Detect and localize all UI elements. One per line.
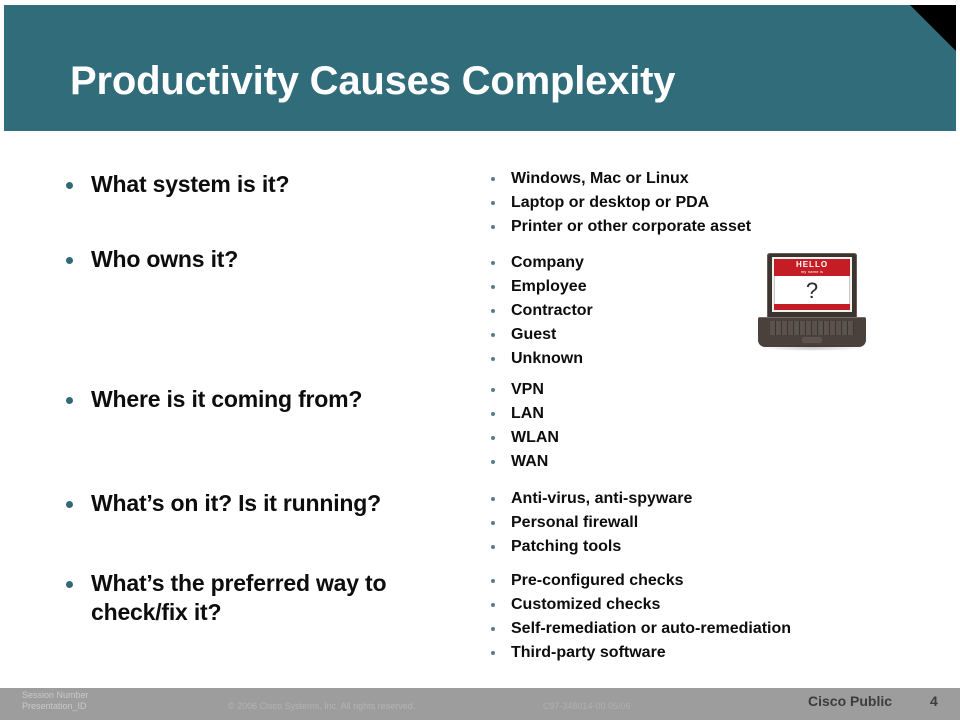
bullet-icon [66, 501, 73, 508]
bullet-icon [491, 436, 495, 440]
answer-label: Self-remediation or auto-remediation [511, 620, 792, 637]
footer-session-number: Session Number [22, 690, 89, 700]
answer-item: Printer or other corporate asset [491, 215, 931, 239]
question-column: What system is it? Who owns it? Where is… [66, 131, 466, 651]
answer-item: Anti-virus, anti-spyware [491, 487, 931, 511]
bullet-icon [66, 182, 73, 189]
answer-item: Patching tools [491, 535, 931, 559]
name-tag-footer [774, 304, 850, 310]
slide: Productivity Causes Complexity What syst… [0, 0, 960, 720]
footer-presentation-id: Presentation_ID [22, 701, 87, 711]
bullet-icon [491, 497, 495, 501]
slide-title-band: Productivity Causes Complexity [4, 5, 956, 131]
answer-label: Windows, Mac or Linux [511, 170, 689, 187]
answer-item: Self-remediation or auto-remediation [491, 617, 931, 641]
answer-label: Third-party software [511, 644, 666, 661]
question-item: Where is it coming from? [66, 385, 466, 414]
footer-copyright: © 2006 Cisco Systems, Inc. All rights re… [228, 701, 416, 711]
footer-classification: Cisco Public [808, 693, 893, 709]
answer-group: Windows, Mac or Linux Laptop or desktop … [491, 167, 931, 239]
laptop-keyboard [770, 321, 854, 335]
answer-label: Pre-configured checks [511, 572, 684, 589]
hello-name-tag-icon: HELLO my name is ? [774, 259, 850, 310]
bullet-icon [491, 285, 495, 289]
bullet-icon [491, 603, 495, 607]
footer-session-block: Session Number Presentation_ID [22, 690, 89, 712]
answer-label: LAN [511, 405, 544, 422]
answer-label: Printer or other corporate asset [511, 218, 752, 235]
footer-page-number: 4 [930, 693, 938, 709]
question-label: Who owns it? [91, 246, 239, 272]
laptop-image: HELLO my name is ? [758, 253, 866, 353]
question-item: What system is it? [66, 170, 466, 199]
bullet-icon [491, 460, 495, 464]
answer-label: Employee [511, 278, 587, 295]
bullet-icon [491, 177, 495, 181]
bullet-icon [491, 579, 495, 583]
answer-label: Laptop or desktop or PDA [511, 194, 710, 211]
answer-item: Windows, Mac or Linux [491, 167, 931, 191]
laptop-shadow [762, 345, 862, 351]
answer-label: Company [511, 254, 584, 271]
bullet-icon [491, 521, 495, 525]
bullet-icon [491, 333, 495, 337]
bullet-icon [66, 257, 73, 264]
answer-item: Third-party software [491, 641, 931, 665]
answer-group: Pre-configured checks Customized checks … [491, 569, 931, 665]
answer-item: Pre-configured checks [491, 569, 931, 593]
answer-item: VPN [491, 378, 931, 402]
laptop-base [758, 317, 866, 347]
question-item: Who owns it? [66, 245, 466, 274]
answer-label: VPN [511, 381, 544, 398]
bullet-icon [491, 309, 495, 313]
bullet-icon [491, 357, 495, 361]
bullet-icon [66, 397, 73, 404]
answer-item: Laptop or desktop or PDA [491, 191, 931, 215]
corner-accent-triangle [910, 5, 956, 51]
question-label: What’s the preferred way to check/fix it… [91, 570, 387, 625]
slide-body: What system is it? Who owns it? Where is… [0, 131, 960, 685]
footer-document-id: C97-348014-00 05/06 [543, 701, 631, 711]
bullet-icon [491, 412, 495, 416]
laptop-lid: HELLO my name is ? [767, 253, 857, 319]
bullet-icon [491, 388, 495, 392]
question-label: Where is it coming from? [91, 386, 363, 412]
answer-item: Personal firewall [491, 511, 931, 535]
laptop-trackpad [802, 337, 822, 343]
question-label: What system is it? [91, 171, 290, 197]
answer-label: Personal firewall [511, 514, 639, 531]
answer-item: WAN [491, 450, 931, 474]
answer-label: Anti-virus, anti-spyware [511, 490, 693, 507]
answer-label: Patching tools [511, 538, 622, 555]
bullet-icon [66, 581, 73, 588]
answer-item: WLAN [491, 426, 931, 450]
answer-group: VPN LAN WLAN WAN [491, 378, 931, 474]
bullet-icon [491, 545, 495, 549]
laptop-screen: HELLO my name is ? [772, 257, 852, 312]
bullet-icon [491, 225, 495, 229]
answer-label: Customized checks [511, 596, 661, 613]
name-tag-question-mark: ? [805, 278, 819, 303]
answer-item: Customized checks [491, 593, 931, 617]
bullet-icon [491, 201, 495, 205]
bullet-icon [491, 627, 495, 631]
answer-group: Anti-virus, anti-spyware Personal firewa… [491, 487, 931, 559]
name-tag-hello-text: HELLO [795, 260, 829, 269]
bullet-icon [491, 651, 495, 655]
name-tag-subtext: my name is [800, 269, 824, 274]
answer-label: Contractor [511, 302, 593, 319]
question-item: What’s the preferred way to check/fix it… [66, 569, 466, 627]
answer-label: WLAN [511, 429, 559, 446]
question-label: What’s on it? Is it running? [91, 490, 381, 516]
bullet-icon [491, 261, 495, 265]
answer-label: WAN [511, 453, 549, 470]
page-title: Productivity Causes Complexity [70, 59, 676, 103]
slide-footer: Session Number Presentation_ID © 2006 Ci… [0, 688, 960, 720]
answer-item: LAN [491, 402, 931, 426]
question-item: What’s on it? Is it running? [66, 489, 466, 518]
answer-label: Unknown [511, 350, 583, 367]
answer-label: Guest [511, 326, 557, 343]
